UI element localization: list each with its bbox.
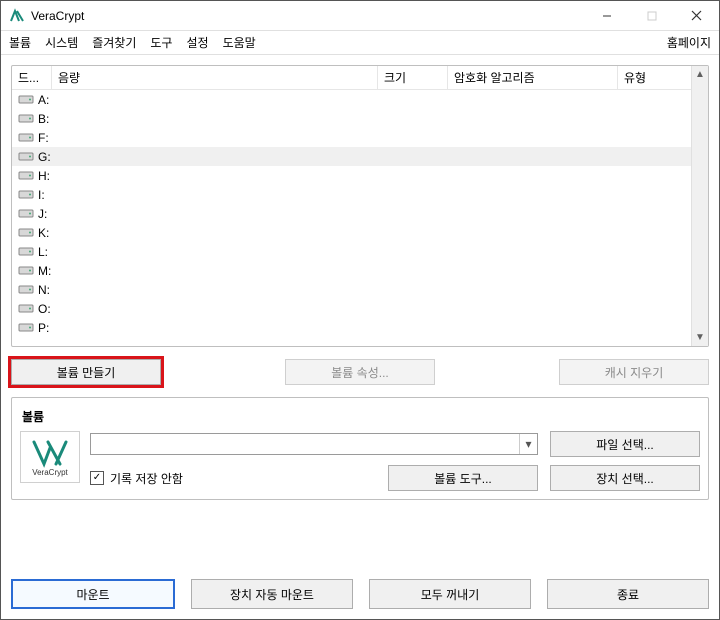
titlebar: VeraCrypt	[1, 1, 719, 31]
drive-letter: N:	[38, 283, 50, 297]
menu-fav[interactable]: 즐겨찾기	[92, 34, 136, 51]
mount-button[interactable]: 마운트	[11, 579, 175, 609]
volume-path-combo[interactable]: ▾	[90, 433, 538, 455]
list-item[interactable]: O:	[12, 299, 708, 318]
checkbox-checked-icon: ✓	[90, 471, 104, 485]
drive-icon	[18, 131, 34, 145]
drive-icon	[18, 150, 34, 164]
drive-icon	[18, 188, 34, 202]
drive-list-panel: 드... 음량 크기 암호화 알고리즘 유형 A: B: F: G: H: I: J: K: L…	[11, 65, 709, 347]
drive-letter: M:	[38, 264, 51, 278]
select-file-button[interactable]: 파일 선택...	[550, 431, 700, 457]
drive-letter: L:	[38, 245, 48, 259]
list-item[interactable]: M:	[12, 261, 708, 280]
menu-tools[interactable]: 도구	[150, 34, 172, 51]
drive-icon	[18, 283, 34, 297]
list-item[interactable]: I:	[12, 185, 708, 204]
list-item[interactable]: J:	[12, 204, 708, 223]
app-window: VeraCrypt 볼륨 시스템 즐겨찾기 도구 설정 도움말 홈페이지 드..…	[0, 0, 720, 620]
drive-letter: J:	[38, 207, 47, 221]
no-history-checkbox[interactable]: ✓ 기록 저장 안함	[90, 470, 183, 487]
drive-icon	[18, 302, 34, 316]
list-rows: A: B: F: G: H: I: J: K: L: M: N: O: P:	[12, 90, 708, 346]
drive-letter: B:	[38, 112, 49, 126]
drive-letter: F:	[38, 131, 49, 145]
col-drive[interactable]: 드...	[12, 66, 52, 89]
volume-tools-button[interactable]: 볼륨 도구...	[388, 465, 538, 491]
volume-section-label: 볼륨	[22, 408, 700, 425]
menu-settings[interactable]: 설정	[186, 34, 208, 51]
drive-icon	[18, 93, 34, 107]
minimize-button[interactable]	[584, 1, 629, 30]
app-icon	[9, 8, 25, 24]
drive-icon	[18, 112, 34, 126]
menu-homepage[interactable]: 홈페이지	[667, 34, 711, 51]
create-volume-button[interactable]: 볼륨 만들기	[11, 359, 161, 385]
close-button[interactable]	[674, 1, 719, 30]
vertical-scrollbar[interactable]: ▲ ▼	[691, 66, 708, 346]
scroll-down-icon[interactable]: ▼	[692, 329, 708, 346]
drive-letter: P:	[38, 321, 49, 335]
list-item[interactable]: H:	[12, 166, 708, 185]
list-item[interactable]: N:	[12, 280, 708, 299]
no-history-label: 기록 저장 안함	[110, 470, 183, 487]
drive-letter: A:	[38, 93, 49, 107]
col-algo[interactable]: 암호화 알고리즘	[448, 66, 618, 89]
list-item[interactable]: L:	[12, 242, 708, 261]
mid-button-row: 볼륨 만들기 볼륨 속성... 캐시 지우기	[11, 359, 709, 385]
drive-icon	[18, 226, 34, 240]
list-item[interactable]: G:	[12, 147, 708, 166]
volume-section: 볼륨 VeraCrypt ▾ 파일 선택... ✓ 기록 저장 안함	[11, 397, 709, 500]
bottom-button-row: 마운트 장치 자동 마운트 모두 꺼내기 종료	[1, 579, 719, 619]
list-item[interactable]: A:	[12, 90, 708, 109]
menu-system[interactable]: 시스템	[45, 34, 78, 51]
drive-letter: G:	[38, 150, 51, 164]
auto-mount-button[interactable]: 장치 자동 마운트	[191, 579, 353, 609]
drive-icon	[18, 245, 34, 259]
menu-volume[interactable]: 볼륨	[9, 34, 31, 51]
wipe-cache-button: 캐시 지우기	[559, 359, 709, 385]
drive-icon	[18, 264, 34, 278]
scroll-up-icon[interactable]: ▲	[692, 66, 708, 83]
window-title: VeraCrypt	[31, 9, 584, 23]
chevron-down-icon[interactable]: ▾	[519, 434, 537, 454]
list-item[interactable]: F:	[12, 128, 708, 147]
col-volume[interactable]: 음량	[52, 66, 378, 89]
drive-icon	[18, 169, 34, 183]
list-header: 드... 음량 크기 암호화 알고리즘 유형	[12, 66, 708, 90]
list-item[interactable]: K:	[12, 223, 708, 242]
exit-button[interactable]: 종료	[547, 579, 709, 609]
dismount-all-button[interactable]: 모두 꺼내기	[369, 579, 531, 609]
drive-letter: H:	[38, 169, 50, 183]
drive-letter: I:	[38, 188, 45, 202]
menu-help[interactable]: 도움말	[223, 34, 256, 51]
maximize-button[interactable]	[629, 1, 674, 30]
list-item[interactable]: B:	[12, 109, 708, 128]
drive-letter: O:	[38, 302, 51, 316]
logo-text: VeraCrypt	[32, 468, 68, 477]
list-item[interactable]: P:	[12, 318, 708, 337]
col-size[interactable]: 크기	[378, 66, 448, 89]
drive-letter: K:	[38, 226, 49, 240]
menubar: 볼륨 시스템 즐겨찾기 도구 설정 도움말 홈페이지	[1, 31, 719, 55]
content-area: 드... 음량 크기 암호화 알고리즘 유형 A: B: F: G: H: I: J: K: L…	[1, 55, 719, 579]
volume-properties-button: 볼륨 속성...	[285, 359, 435, 385]
veracrypt-logo: VeraCrypt	[20, 431, 80, 483]
drive-icon	[18, 321, 34, 335]
select-device-button[interactable]: 장치 선택...	[550, 465, 700, 491]
drive-icon	[18, 207, 34, 221]
window-controls	[584, 1, 719, 30]
